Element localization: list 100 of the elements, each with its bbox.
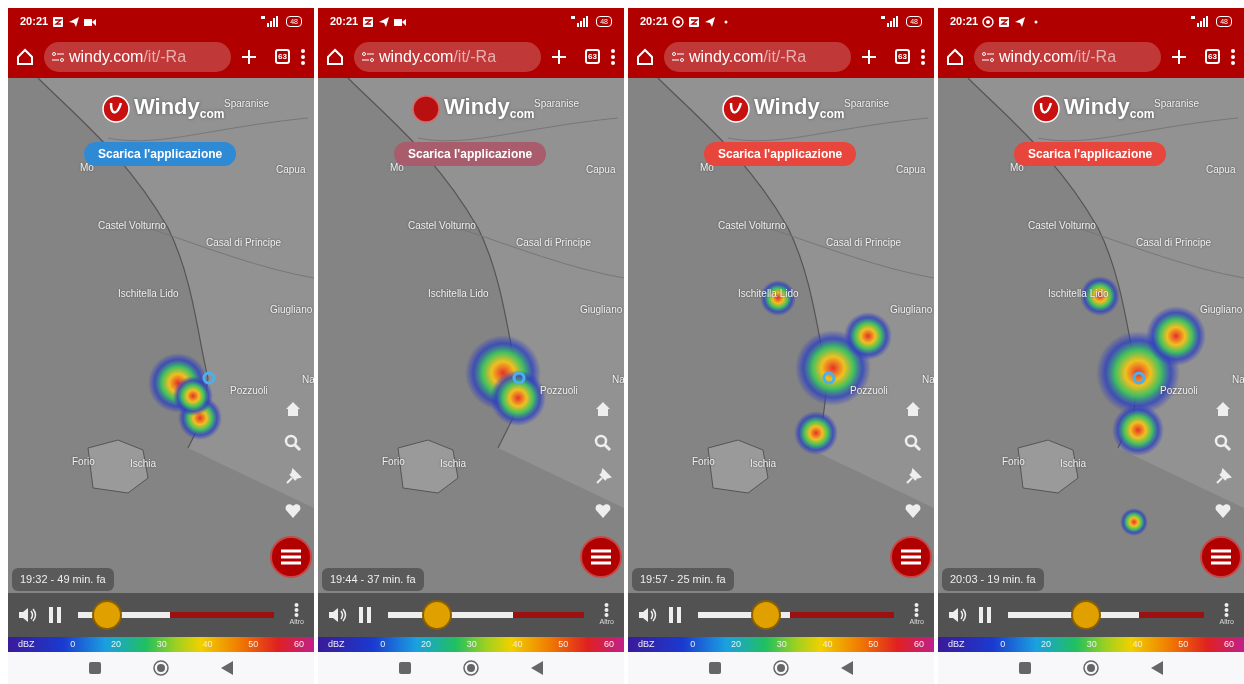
timestamp-label: 19:44 - 37 min. fa xyxy=(322,568,424,591)
pause-icon[interactable] xyxy=(668,607,682,623)
home-button-icon[interactable] xyxy=(1083,660,1099,676)
recents-icon[interactable] xyxy=(1019,662,1031,674)
map-label: Giugliano xyxy=(1200,303,1243,317)
tab-count[interactable]: 63 xyxy=(1205,49,1220,64)
heart-icon[interactable] xyxy=(1214,502,1232,520)
recents-icon[interactable] xyxy=(709,662,721,674)
pause-icon[interactable] xyxy=(358,607,372,623)
back-icon[interactable] xyxy=(531,661,543,675)
tab-count[interactable]: 63 xyxy=(585,49,600,64)
tab-count[interactable]: 63 xyxy=(275,49,290,64)
legend-tick: 40 xyxy=(822,637,833,651)
address-field[interactable]: windy.com/it/-Ra xyxy=(44,41,231,72)
url-text: windy.com/it/-Ra xyxy=(689,46,807,67)
map-label: Ischitella Lido xyxy=(118,287,179,301)
heart-icon[interactable] xyxy=(594,502,612,520)
legend-unit: dBZ xyxy=(948,637,965,651)
home-button-icon[interactable] xyxy=(463,660,479,676)
more-icon[interactable] xyxy=(1224,602,1230,617)
pin-icon[interactable] xyxy=(594,468,612,486)
url-text: windy.com/it/-Ra xyxy=(999,46,1117,67)
home-icon[interactable] xyxy=(946,47,964,66)
legend-tick: 0 xyxy=(1000,637,1006,651)
home-icon[interactable] xyxy=(326,47,344,66)
logo-suffix: com xyxy=(1129,107,1155,123)
logo-text: Windy xyxy=(1064,93,1130,121)
new-tab-icon[interactable] xyxy=(241,48,257,65)
map-label: Forio xyxy=(1002,455,1025,469)
legend-tick: 60 xyxy=(603,637,614,651)
new-tab-icon[interactable] xyxy=(861,48,877,65)
map-label: Casal di Principe xyxy=(516,236,592,250)
legend-tick: 50 xyxy=(248,637,259,651)
speaker-icon[interactable] xyxy=(638,607,658,623)
status-time: 20:21 xyxy=(640,14,669,30)
map-label: Ischitella Lido xyxy=(428,287,489,301)
recents-icon[interactable] xyxy=(89,662,101,674)
pause-icon[interactable] xyxy=(48,607,62,623)
pin-icon[interactable] xyxy=(1214,468,1232,486)
logo-icon xyxy=(102,95,130,123)
more-options-icon[interactable] xyxy=(610,47,616,66)
home-button-icon[interactable] xyxy=(153,660,169,676)
menu-button[interactable] xyxy=(270,536,312,578)
speaker-icon[interactable] xyxy=(948,607,968,623)
slider-thumb[interactable] xyxy=(1071,600,1102,630)
slider-thumb[interactable] xyxy=(92,600,123,630)
location-marker-icon xyxy=(202,371,216,385)
legend-tick: 20 xyxy=(1040,637,1051,651)
legend-tick: 0 xyxy=(70,637,76,651)
legend-tick: 60 xyxy=(913,637,924,651)
send-icon xyxy=(1014,15,1027,28)
map-label: Castel Volturno xyxy=(408,219,476,233)
pin-icon[interactable] xyxy=(904,468,922,486)
home-icon[interactable] xyxy=(16,47,34,66)
logo-suffix: com xyxy=(509,107,535,123)
speaker-icon[interactable] xyxy=(328,607,348,623)
map-label: Na xyxy=(612,373,624,387)
address-field[interactable]: windy.com/it/-Ra xyxy=(354,41,541,72)
legend-tick: 20 xyxy=(110,637,121,651)
new-tab-icon[interactable] xyxy=(1171,48,1187,65)
inbox-icon xyxy=(362,15,375,28)
menu-button[interactable] xyxy=(580,536,622,578)
recents-icon[interactable] xyxy=(399,662,411,674)
more-icon[interactable] xyxy=(294,602,300,617)
more-options-icon[interactable] xyxy=(1230,47,1236,66)
home-icon[interactable] xyxy=(636,47,654,66)
menu-button[interactable] xyxy=(890,536,932,578)
map-label: Sparanise xyxy=(224,97,270,111)
more-icon[interactable] xyxy=(914,602,920,617)
search-icon[interactable] xyxy=(284,434,302,452)
search-icon[interactable] xyxy=(1214,434,1232,452)
tab-count[interactable]: 63 xyxy=(895,49,910,64)
heart-icon[interactable] xyxy=(904,502,922,520)
slider-thumb[interactable] xyxy=(421,600,452,630)
address-field[interactable]: windy.com/it/-Ra xyxy=(664,41,851,72)
address-field[interactable]: windy.com/it/-Ra xyxy=(974,41,1161,72)
logo-icon xyxy=(1032,95,1060,123)
map-label: Giugliano xyxy=(890,303,933,317)
search-icon[interactable] xyxy=(904,434,922,452)
back-icon[interactable] xyxy=(221,661,233,675)
map-label: Casal di Principe xyxy=(826,236,902,250)
legend-unit: dBZ xyxy=(328,637,345,651)
speaker-icon[interactable] xyxy=(18,607,38,623)
menu-button[interactable] xyxy=(1200,536,1242,578)
slider-thumb[interactable] xyxy=(751,600,782,630)
more-options-icon[interactable] xyxy=(300,47,306,66)
map-label: Castel Volturno xyxy=(1028,219,1096,233)
heart-icon[interactable] xyxy=(284,502,302,520)
status-time: 20:21 xyxy=(330,14,359,30)
more-options-icon[interactable] xyxy=(920,47,926,66)
new-tab-icon[interactable] xyxy=(551,48,567,65)
search-icon[interactable] xyxy=(594,434,612,452)
pause-icon[interactable] xyxy=(978,607,992,623)
pin-icon[interactable] xyxy=(284,468,302,486)
map-label: Castel Volturno xyxy=(718,219,786,233)
back-icon[interactable] xyxy=(841,661,853,675)
more-icon[interactable] xyxy=(604,602,610,617)
back-icon[interactable] xyxy=(1151,661,1163,675)
map-label: Casal di Principe xyxy=(206,236,282,250)
home-button-icon[interactable] xyxy=(773,660,789,676)
